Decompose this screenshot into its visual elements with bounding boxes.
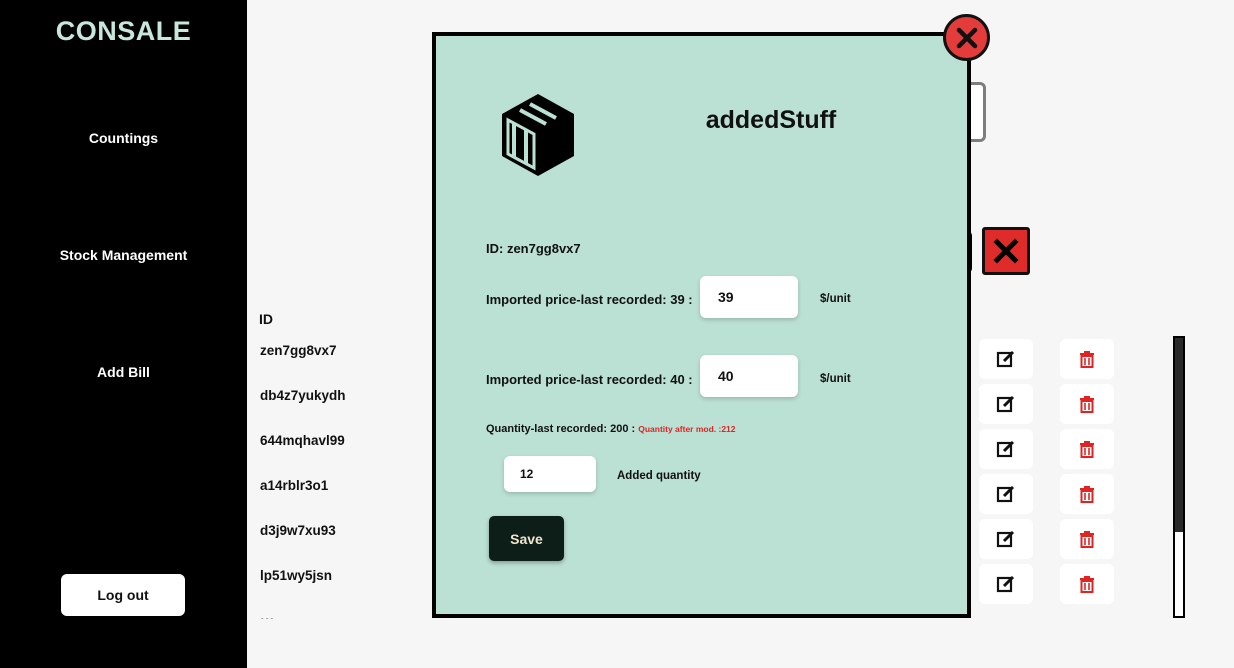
nav-item-countings[interactable]: Countings <box>0 130 247 146</box>
trash-icon <box>1080 576 1094 593</box>
edit-button[interactable] <box>979 474 1033 514</box>
scrollbar-thumb[interactable] <box>1175 338 1183 532</box>
row-id: 644mqhavl99 <box>260 433 345 448</box>
delete-button[interactable] <box>1060 384 1114 424</box>
quantity-label: Quantity-last recorded: 200 : <box>486 423 636 435</box>
edit-stock-modal: addedStuff ID: zen7gg8vx7 Imported price… <box>432 32 971 618</box>
list-scrollbar[interactable] <box>1173 336 1185 618</box>
logout-button[interactable]: Log out <box>61 574 185 616</box>
quantity-after-label: Quantity after mod. :212 <box>638 424 736 434</box>
id-column-header: ID <box>259 311 273 327</box>
close-modal-button[interactable] <box>943 14 990 61</box>
added-quantity-input[interactable] <box>504 456 596 492</box>
clear-filter-button[interactable] <box>982 227 1030 275</box>
added-quantity-label: Added quantity <box>617 470 701 482</box>
edit-icon <box>996 395 1015 413</box>
trash-icon <box>1080 396 1094 413</box>
price2-unit: $/unit <box>820 373 851 385</box>
edit-button[interactable] <box>979 429 1033 469</box>
trash-icon <box>1080 531 1094 548</box>
price1-label: Imported price-last recorded: 39 : <box>486 292 693 307</box>
close-icon <box>993 238 1019 264</box>
close-icon <box>956 27 977 48</box>
item-id-label: ID: zen7gg8vx7 <box>486 241 581 256</box>
edit-button[interactable] <box>979 339 1033 379</box>
modal-title: addedStuff <box>705 106 837 134</box>
trash-icon <box>1080 351 1094 368</box>
edit-icon <box>996 350 1015 368</box>
brand-logo: CONSALE <box>55 16 192 46</box>
delete-button[interactable] <box>1060 564 1114 604</box>
row-id: a14rblr3o1 <box>260 478 329 493</box>
nav-item-add-bill[interactable]: Add Bill <box>0 364 247 380</box>
edit-button[interactable] <box>979 564 1033 604</box>
price1-input[interactable] <box>700 276 798 318</box>
row-id-partial: ••• <box>260 613 274 619</box>
row-id: db4z7yukydh <box>260 388 346 403</box>
delete-button[interactable] <box>1060 429 1114 469</box>
price2-label: Imported price-last recorded: 40 : <box>486 372 693 387</box>
row-id: d3j9w7xu93 <box>260 523 336 538</box>
row-id: zen7gg8vx7 <box>260 343 337 358</box>
sidebar: CONSALE Countings Stock Management Add B… <box>0 0 247 668</box>
edit-icon <box>996 575 1015 593</box>
nav-item-stock-management[interactable]: Stock Management <box>0 247 247 263</box>
delete-button[interactable] <box>1060 339 1114 379</box>
price1-unit: $/unit <box>820 293 851 305</box>
edit-button[interactable] <box>979 519 1033 559</box>
package-box-icon <box>502 94 574 176</box>
edit-button[interactable] <box>979 384 1033 424</box>
price2-input[interactable] <box>700 355 798 397</box>
trash-icon <box>1080 486 1094 503</box>
edit-icon <box>996 440 1015 458</box>
quantity-row: Quantity-last recorded: 200 : Quantity a… <box>486 423 736 435</box>
row-id: lp51wy5jsn <box>260 568 333 583</box>
trash-icon <box>1080 441 1094 458</box>
delete-button[interactable] <box>1060 519 1114 559</box>
edit-icon <box>996 485 1015 503</box>
edit-icon <box>996 530 1015 548</box>
save-button[interactable]: Save <box>489 516 564 561</box>
delete-button[interactable] <box>1060 474 1114 514</box>
